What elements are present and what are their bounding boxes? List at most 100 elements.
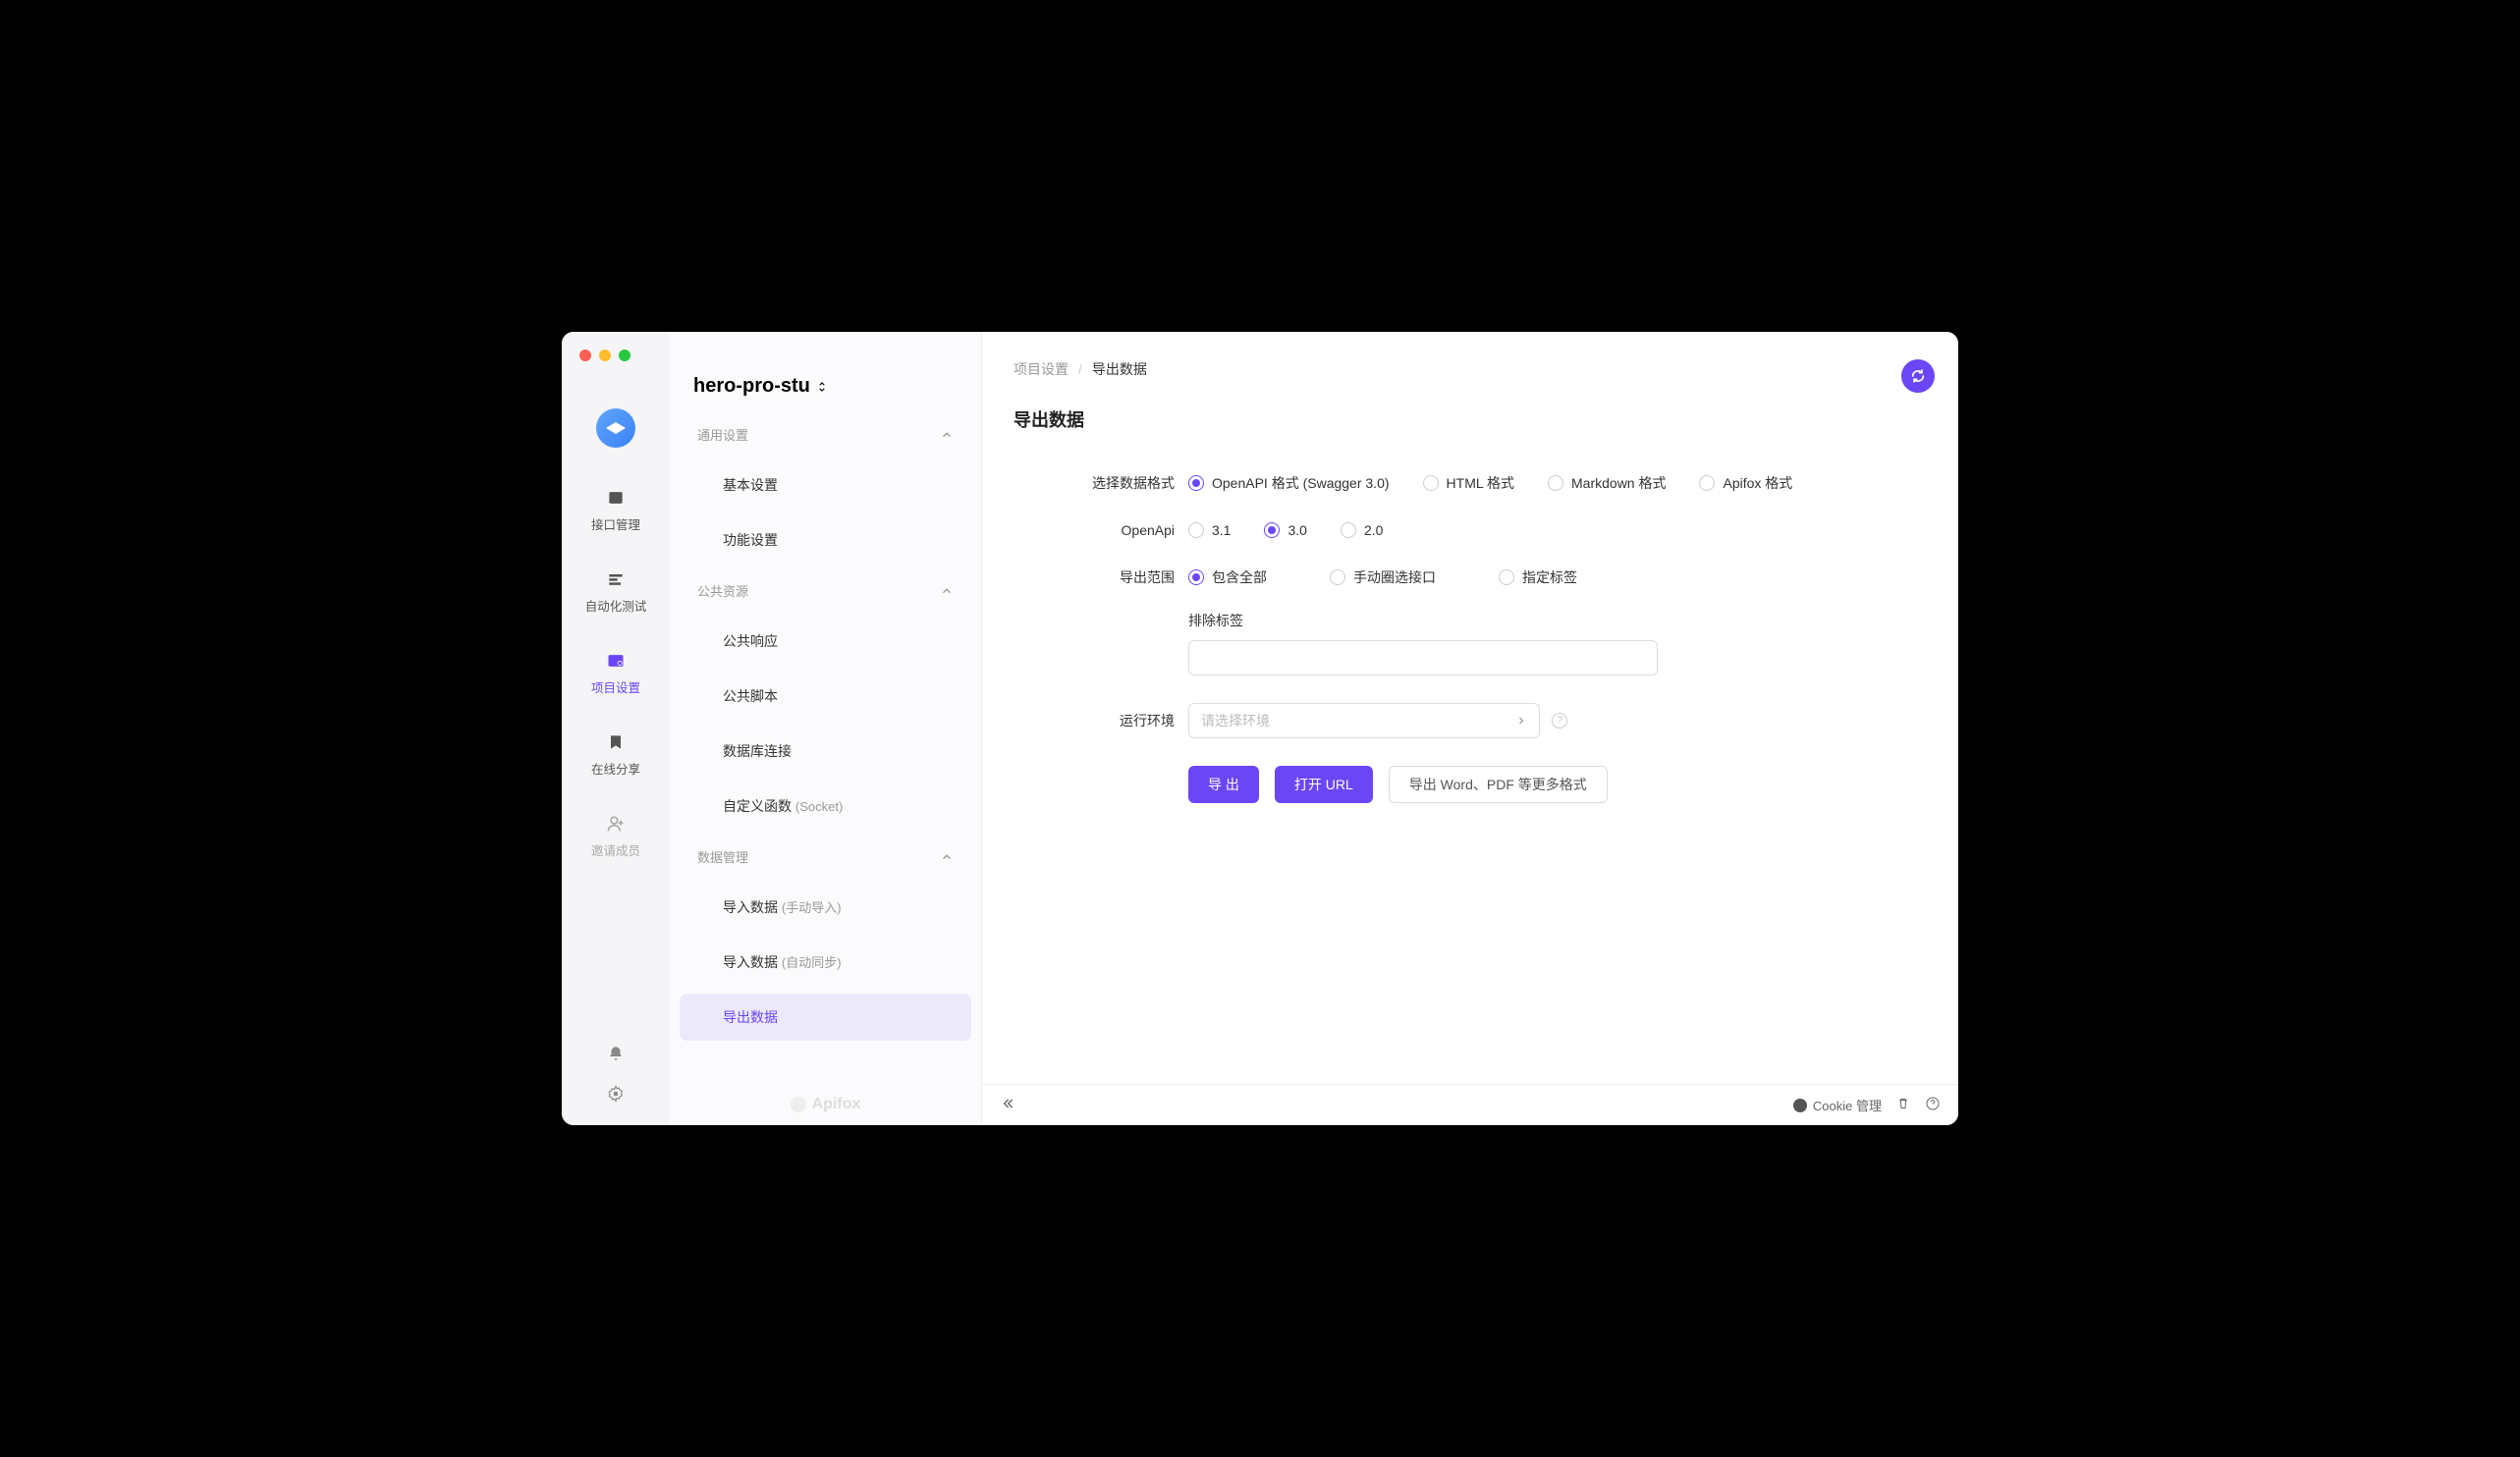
menu-export-data[interactable]: 导出数据 <box>680 994 971 1041</box>
status-bar: Cookie 管理 <box>982 1084 1958 1125</box>
app-logo[interactable] <box>596 408 635 448</box>
openapi-label: OpenApi <box>1021 520 1188 540</box>
breadcrumb: 项目设置 / 导出数据 <box>1013 359 1927 379</box>
help-icon[interactable]: ? <box>1552 713 1567 728</box>
menu-database[interactable]: 数据库连接 <box>680 728 971 775</box>
menu-import-manual[interactable]: 导入数据 (手动导入) <box>680 884 971 931</box>
section-general[interactable]: 通用设置 <box>670 411 981 458</box>
radio-dot <box>1699 475 1715 491</box>
menu-custom-func[interactable]: 自定义函数 (Socket) <box>680 782 971 830</box>
rail-automation[interactable]: 自动化测试 <box>562 568 670 615</box>
project-name: hero-pro-stu <box>693 375 810 398</box>
section-data-manage[interactable]: 数据管理 <box>670 834 981 880</box>
radio-openapi[interactable]: OpenAPI 格式 (Swagger 3.0) <box>1188 473 1390 493</box>
menu-label: 公共响应 <box>723 633 778 649</box>
settings-sidebar: hero-pro-stu 通用设置 基本设置 功能设置 公共资源 公共响应 公共… <box>670 332 982 1125</box>
rail-api-manage[interactable]: 接口管理 <box>562 487 670 533</box>
menu-import-auto[interactable]: 导入数据 (自动同步) <box>680 939 971 986</box>
menu-label: 数据库连接 <box>723 743 792 759</box>
maximize-window[interactable] <box>619 350 630 361</box>
env-select[interactable]: 请选择环境 <box>1188 703 1540 738</box>
menu-label: 导入数据 <box>723 899 778 915</box>
invite-icon <box>605 813 627 835</box>
minimize-window[interactable] <box>599 350 611 361</box>
env-placeholder: 请选择环境 <box>1201 711 1270 730</box>
radio-html[interactable]: HTML 格式 <box>1423 473 1514 493</box>
menu-paren: (手动导入) <box>782 900 842 915</box>
settings-icon <box>605 650 627 672</box>
radio-v31[interactable]: 3.1 <box>1188 522 1231 538</box>
bell-icon[interactable] <box>607 1045 625 1065</box>
radio-scope-manual[interactable]: 手动圈选接口 <box>1330 567 1436 587</box>
test-icon <box>605 568 627 590</box>
menu-paren: (Socket) <box>795 799 843 814</box>
menu-feature-settings[interactable]: 功能设置 <box>680 516 971 564</box>
exclude-label: 排除标签 <box>1188 611 1658 630</box>
close-window[interactable] <box>579 350 591 361</box>
menu-public-response[interactable]: 公共响应 <box>680 618 971 665</box>
brand-name: Apifox <box>812 1096 861 1113</box>
breadcrumb-parent[interactable]: 项目设置 <box>1013 359 1068 379</box>
radio-label: Markdown 格式 <box>1571 473 1666 493</box>
main-content: 项目设置 / 导出数据 导出数据 选择数据格式 OpenAPI 格式 (Swag… <box>982 332 1958 1125</box>
cookie-manage[interactable]: Cookie 管理 <box>1793 1096 1882 1114</box>
btn-label: 打开 URL <box>1294 775 1353 794</box>
rail-label: 接口管理 <box>591 514 640 533</box>
collapse-icon[interactable] <box>1000 1096 1015 1114</box>
more-formats-button[interactable]: 导出 Word、PDF 等更多格式 <box>1389 766 1608 803</box>
radio-dot <box>1330 569 1345 585</box>
menu-basic-settings[interactable]: 基本设置 <box>680 461 971 509</box>
section-title: 公共资源 <box>697 581 748 600</box>
menu-paren: (自动同步) <box>782 955 842 970</box>
rail-invite[interactable]: 邀请成员 <box>562 813 670 859</box>
chevron-up-icon <box>940 850 954 864</box>
exclude-tags-input[interactable] <box>1188 640 1658 675</box>
menu-public-script[interactable]: 公共脚本 <box>680 673 971 720</box>
radio-dot <box>1188 475 1204 491</box>
menu-label: 公共脚本 <box>723 688 778 704</box>
help-circle-icon[interactable] <box>1925 1096 1941 1114</box>
section-public[interactable]: 公共资源 <box>670 567 981 614</box>
radio-dot <box>1188 522 1204 538</box>
page-title: 导出数据 <box>1013 406 1927 432</box>
breadcrumb-sep: / <box>1078 361 1082 377</box>
rail-share[interactable]: 在线分享 <box>562 731 670 778</box>
refresh-button[interactable] <box>1901 359 1935 393</box>
radio-dot <box>1499 569 1514 585</box>
api-icon <box>605 487 627 509</box>
radio-label: 3.0 <box>1287 522 1306 538</box>
refresh-icon <box>1910 368 1926 384</box>
env-label: 运行环境 <box>1021 711 1188 730</box>
radio-apifox[interactable]: Apifox 格式 <box>1699 473 1792 493</box>
trash-icon[interactable] <box>1895 1096 1911 1114</box>
btn-label: 导 出 <box>1208 775 1239 794</box>
radio-v30[interactable]: 3.0 <box>1264 522 1306 538</box>
radio-markdown[interactable]: Markdown 格式 <box>1548 473 1666 493</box>
radio-label: 3.1 <box>1212 522 1231 538</box>
rail-project-settings[interactable]: 项目设置 <box>562 650 670 696</box>
export-button[interactable]: 导 出 <box>1188 766 1259 803</box>
menu-label: 基本设置 <box>723 477 778 493</box>
menu-label: 自定义函数 <box>723 798 792 814</box>
rail-label: 在线分享 <box>591 759 640 778</box>
project-switcher[interactable]: hero-pro-stu <box>670 357 981 411</box>
open-url-button[interactable]: 打开 URL <box>1275 766 1373 803</box>
chevron-right-icon <box>1515 715 1527 727</box>
radio-v20[interactable]: 2.0 <box>1341 522 1383 538</box>
section-title: 通用设置 <box>697 425 748 444</box>
rail-label: 邀请成员 <box>591 840 640 859</box>
radio-scope-all[interactable]: 包含全部 <box>1188 567 1267 587</box>
gear-icon[interactable] <box>607 1085 625 1106</box>
window-controls[interactable] <box>579 350 630 361</box>
radio-dot <box>1264 522 1280 538</box>
menu-label: 导出数据 <box>723 1009 778 1025</box>
radio-label: 2.0 <box>1364 522 1383 538</box>
radio-label: 手动圈选接口 <box>1353 567 1436 587</box>
section-title: 数据管理 <box>697 847 748 866</box>
radio-label: HTML 格式 <box>1447 473 1514 493</box>
menu-label: 导入数据 <box>723 954 778 970</box>
breadcrumb-current: 导出数据 <box>1092 359 1147 379</box>
radio-dot <box>1423 475 1439 491</box>
radio-scope-tag[interactable]: 指定标签 <box>1499 567 1577 587</box>
cookie-label: Cookie 管理 <box>1813 1096 1882 1114</box>
